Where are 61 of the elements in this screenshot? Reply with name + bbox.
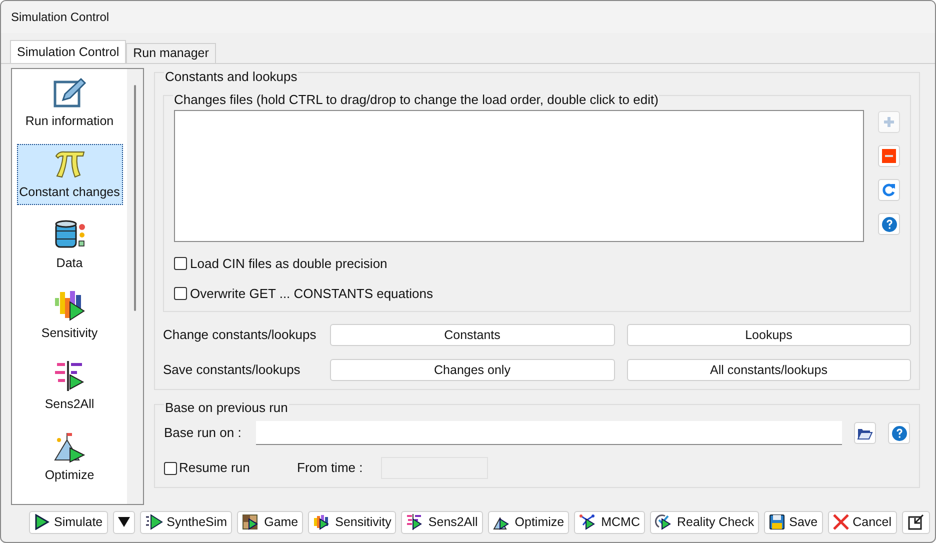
tab[interactable]: Run manager (126, 43, 216, 63)
sidebar-item[interactable]: Sensitivity (16, 285, 122, 346)
folder-icon (857, 426, 873, 440)
help-button[interactable] (878, 213, 900, 235)
sidebar-item[interactable]: Run information (16, 73, 122, 134)
toolbar-button[interactable] (902, 510, 930, 534)
check-play-icon (654, 514, 673, 530)
dropdown-button[interactable] (112, 510, 135, 534)
row-label: Change constants/lookups (163, 326, 318, 344)
toolbar-button[interactable]: Reality Check (650, 510, 760, 534)
close-icon (832, 514, 849, 530)
help-icon (892, 426, 906, 440)
refresh-icon (882, 183, 896, 197)
play-icon (34, 514, 50, 530)
plus-icon (883, 116, 895, 128)
tab[interactable]: Simulation Control (10, 40, 126, 63)
toolbar-button[interactable]: Game (237, 510, 304, 534)
toolbar-button[interactable]: Simulate (29, 510, 108, 534)
sidebar-item[interactable]: Sens2All (16, 356, 122, 417)
bars-play-icon (406, 514, 424, 530)
sidebar-item[interactable]: Data (16, 214, 122, 276)
action-button[interactable]: Lookups (626, 324, 911, 346)
checkbox[interactable] (174, 257, 187, 270)
sidebar-item[interactable]: Optimize (16, 426, 122, 488)
checkbox[interactable] (164, 462, 177, 474)
bars-play-icon (52, 359, 86, 393)
checkbox-label: Resume run (179, 459, 250, 478)
field-label: From time : (297, 459, 364, 478)
bar-chart-play-icon (52, 288, 86, 322)
toolbar-button[interactable]: Sensitivity (308, 510, 396, 534)
toolbar-button[interactable]: MCMC (574, 510, 645, 534)
checkbox-label: Load CIN files as double precision (190, 255, 388, 273)
refresh-button[interactable] (878, 179, 900, 201)
network-play-icon (579, 514, 598, 530)
scrollbar[interactable] (127, 69, 143, 504)
row-label: Save constants/lookups (163, 361, 302, 380)
toolbar-button[interactable]: Cancel (828, 510, 897, 534)
toolbar-button[interactable]: Save (764, 510, 823, 534)
remove-button[interactable] (878, 145, 900, 167)
dots-play-icon (144, 514, 163, 530)
action-button[interactable]: All constants/lookups (626, 359, 911, 381)
sidebar-item[interactable]: Constant changes (16, 144, 122, 204)
action-button[interactable]: Constants (330, 324, 614, 346)
caret-icon (118, 517, 130, 527)
checkbox-label: Overwrite GET ... CONSTANTS equations (190, 284, 433, 303)
input-field[interactable] (256, 421, 842, 445)
toolbar-button[interactable]: SyntheSim (140, 510, 232, 534)
bar-chart-play-icon (313, 514, 332, 530)
action-button[interactable]: Changes only (330, 359, 614, 381)
pencil-note-icon (52, 76, 86, 110)
help-icon (882, 216, 896, 232)
field-label: Base run on : (164, 424, 242, 442)
browse-button[interactable] (854, 422, 876, 444)
help-button[interactable] (888, 422, 910, 444)
toolbar-button[interactable]: Sens2All (401, 510, 483, 534)
window-arrow-icon (906, 513, 925, 531)
board-play-icon (242, 514, 260, 530)
toolbar-button[interactable]: Optimize (488, 510, 570, 534)
window-title: Simulation Control (11, 9, 110, 26)
minus-icon (882, 149, 896, 163)
checkbox[interactable] (174, 286, 187, 300)
